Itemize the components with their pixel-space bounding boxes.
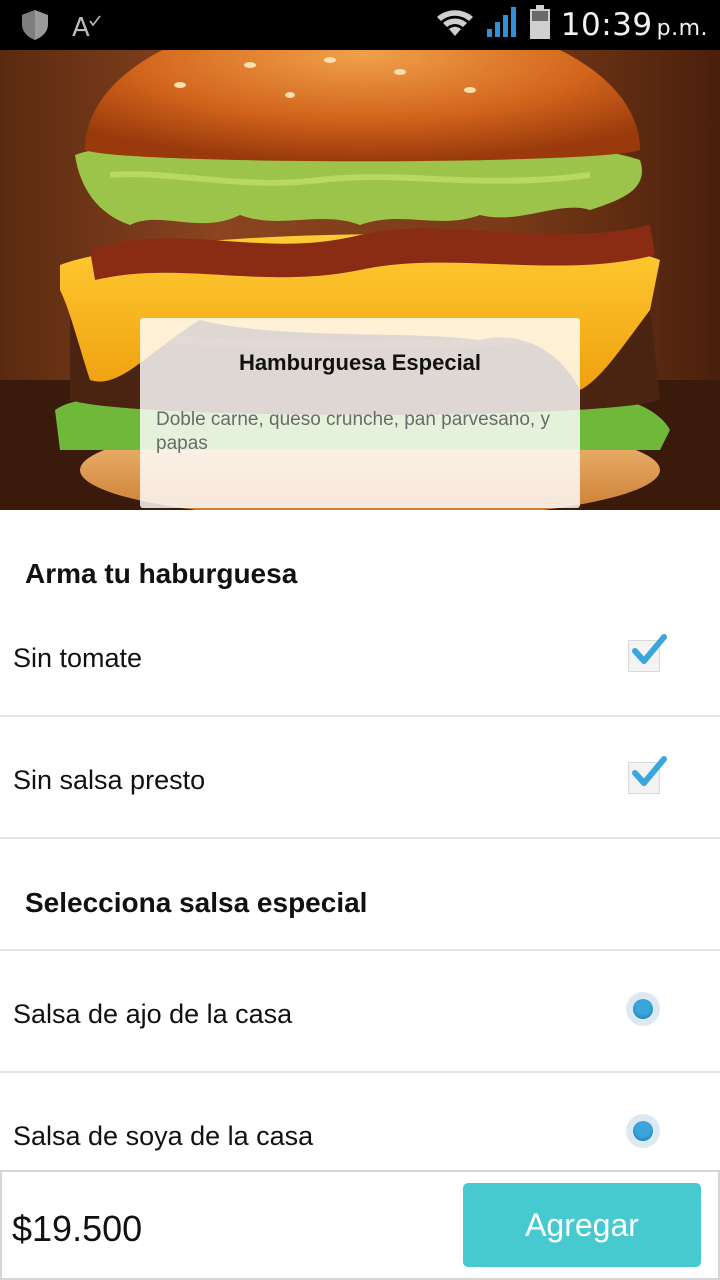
product-description: Doble carne, queso crunche, pan parvesan…: [156, 409, 550, 454]
section-title-build: Arma tu haburguesa: [25, 558, 298, 589]
checkbox-sin-salsa-presto[interactable]: [628, 756, 667, 794]
product-image: Hamburguesa Especial Doble carne, queso …: [0, 50, 720, 510]
checkbox-sin-tomate[interactable]: [628, 634, 667, 672]
check-icon: [632, 756, 667, 786]
add-button[interactable]: Agregar: [463, 1183, 701, 1267]
bottom-bar: $19.500 Agregar: [0, 1170, 720, 1280]
option-label: Sin salsa presto: [13, 765, 206, 795]
font-check-icon: A: [72, 13, 101, 43]
section-header-sauce: Selecciona salsa especial: [0, 839, 720, 951]
signal-icon: [485, 5, 519, 44]
battery-icon: [529, 4, 551, 45]
product-info-card: Hamburguesa Especial Doble carne, queso …: [140, 318, 580, 508]
product-title: Hamburguesa Especial: [238, 350, 482, 375]
option-row-salsa-ajo[interactable]: Salsa de ajo de la casa: [0, 951, 720, 1073]
radio-salsa-ajo[interactable]: [626, 992, 660, 1026]
option-label: Sin tomate: [13, 643, 143, 673]
option-row-sin-tomate[interactable]: Sin tomate: [0, 595, 720, 717]
option-label: Salsa de ajo de la casa: [13, 999, 293, 1029]
option-row-sin-salsa-presto[interactable]: Sin salsa presto: [0, 717, 720, 839]
status-time: 10:39 p.m.: [560, 6, 708, 43]
section-title-sauce: Selecciona salsa especial: [25, 887, 368, 918]
radio-salsa-soya[interactable]: [626, 1114, 660, 1148]
shield-icon: [20, 9, 50, 46]
status-bar: A 10:39 p.m.: [0, 0, 720, 50]
wifi-icon: [435, 6, 475, 43]
option-label: Salsa de soya de la casa: [13, 1121, 314, 1151]
check-icon: [632, 634, 667, 664]
price-label: $19.500: [12, 1208, 143, 1249]
